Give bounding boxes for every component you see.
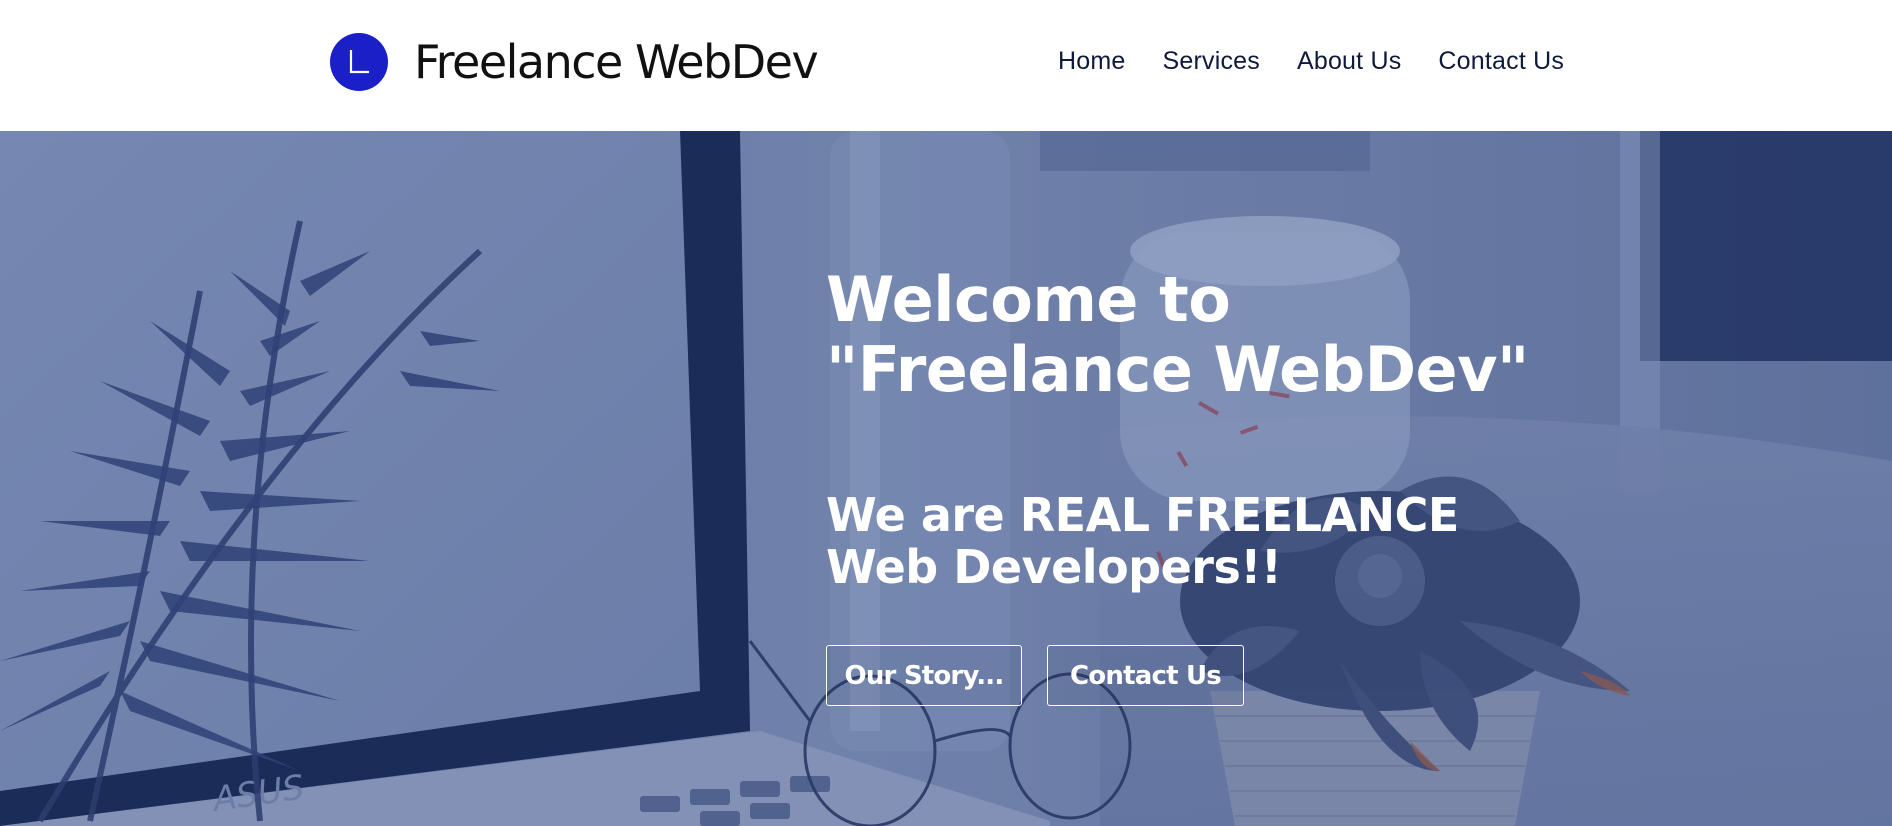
hero-section: ASUS Welcome to "Freelance WebDev" We ar… xyxy=(0,131,1892,826)
brand-name: Freelance WebDev xyxy=(414,35,819,89)
hero-title-line-2: "Freelance WebDev" xyxy=(826,333,1529,406)
hero-subtitle: We are REAL FREELANCE Web Developers!! xyxy=(826,488,1459,594)
our-story-button[interactable]: Our Story... xyxy=(826,645,1022,706)
main-nav: Home Services About Us Contact Us xyxy=(1058,47,1564,76)
letter-l-circle-icon xyxy=(330,33,388,91)
hero-overlay xyxy=(0,131,1892,826)
site-header: Freelance WebDev Home Services About Us … xyxy=(0,0,1892,131)
brand-link[interactable]: Freelance WebDev xyxy=(330,32,819,92)
hero-title: Welcome to "Freelance WebDev" xyxy=(826,265,1529,405)
logo-letter-l-graphic xyxy=(349,50,369,74)
nav-item-home[interactable]: Home xyxy=(1058,47,1126,76)
nav-item-about-us[interactable]: About Us xyxy=(1297,47,1401,76)
hero-title-line-1: Welcome to xyxy=(826,263,1231,336)
nav-item-services[interactable]: Services xyxy=(1163,47,1260,76)
nav-item-contact-us[interactable]: Contact Us xyxy=(1438,47,1564,76)
contact-us-button[interactable]: Contact Us xyxy=(1047,645,1244,706)
